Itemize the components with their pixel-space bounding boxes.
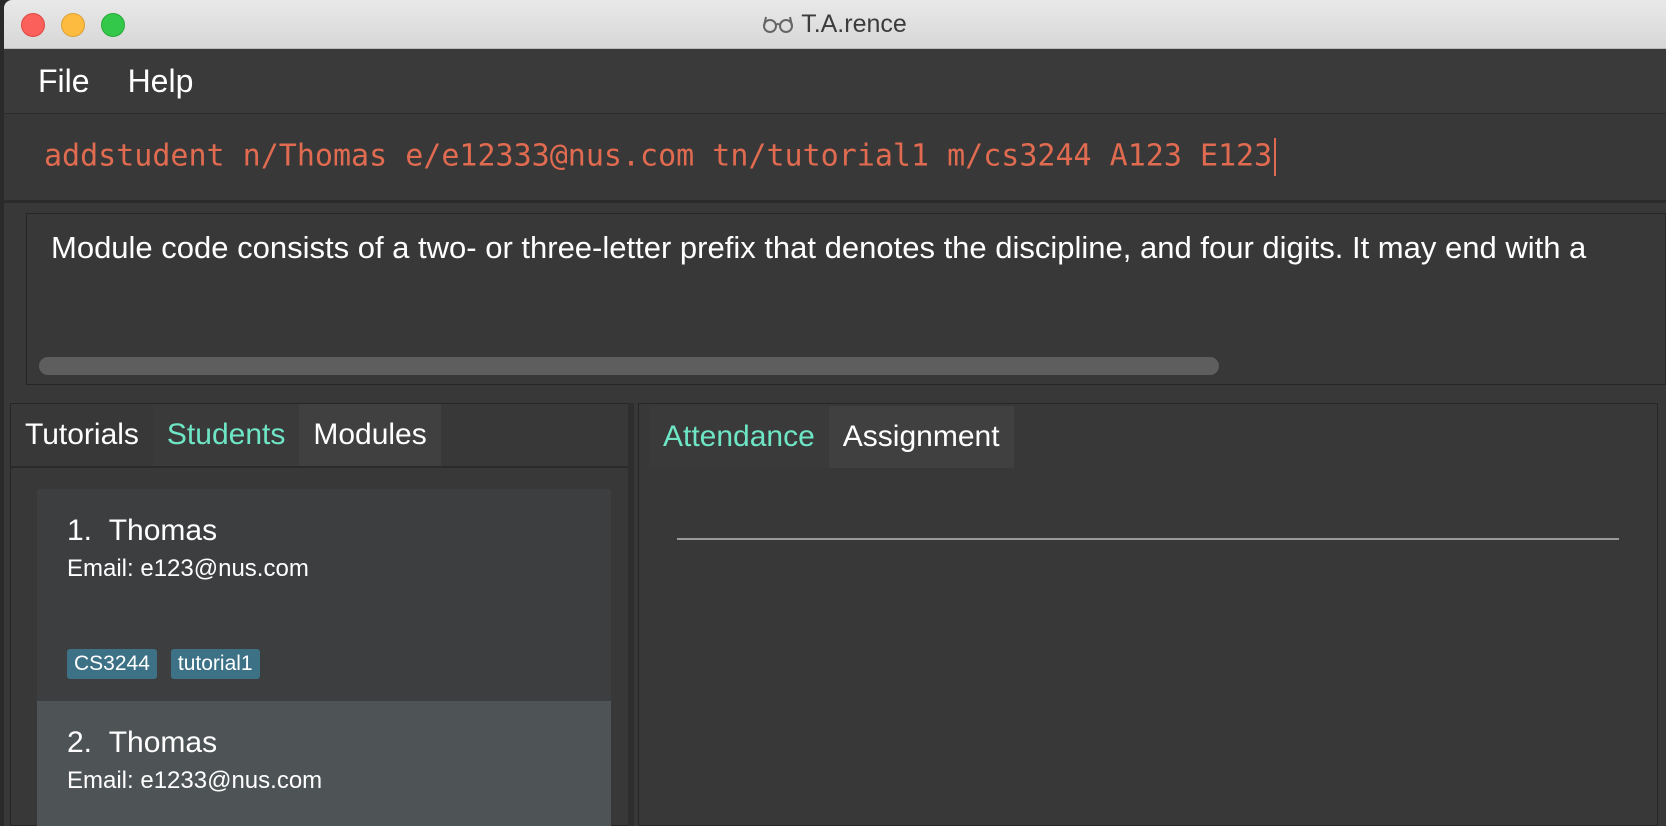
tab-attendance[interactable]: Attendance	[649, 406, 829, 468]
tab-modules[interactable]: Modules	[299, 404, 441, 466]
student-email: Email: e1233@nus.com	[67, 767, 323, 794]
detail-panel: Attendance Assignment	[638, 403, 1658, 826]
student-list: 1. Thomas Email: e123@nus.com CS3244 tut…	[37, 489, 611, 826]
tutorial-tag: tutorial1	[170, 649, 260, 679]
student-card[interactable]: 2. Thomas Email: e1233@nus.com	[37, 701, 611, 826]
menu-file[interactable]: File	[38, 63, 90, 100]
tab-assignment[interactable]: Assignment	[828, 406, 1014, 468]
student-index: 1.	[67, 514, 93, 547]
student-name: 1. Thomas	[67, 511, 581, 551]
panel-splitter[interactable]	[628, 403, 634, 826]
menu-bar: File Help	[4, 49, 1666, 114]
student-name-text: Thomas	[108, 514, 218, 547]
student-name: 2. Thomas	[67, 723, 581, 763]
student-name-text: Thomas	[108, 726, 218, 759]
student-email: Email: e123@nus.com	[67, 555, 309, 582]
title-bar: T.A.rence	[4, 0, 1666, 49]
window-title-text: T.A.rence	[801, 9, 907, 38]
menu-help[interactable]: Help	[128, 63, 194, 100]
result-display: Module code consists of a two- or three-…	[26, 213, 1666, 385]
window-title: T.A.rence	[4, 0, 1666, 48]
detail-separator	[677, 538, 1619, 540]
tab-tutorials[interactable]: Tutorials	[11, 404, 153, 466]
student-card[interactable]: 1. Thomas Email: e123@nus.com CS3244 tut…	[37, 489, 611, 701]
result-message: Module code consists of a two- or three-…	[51, 230, 1587, 265]
student-tags: CS3244 tutorial1	[67, 649, 260, 679]
command-input-value: addstudent n/Thomas e/e12333@nus.com tn/…	[44, 138, 1273, 174]
module-tag: CS3244	[67, 649, 157, 679]
tab-divider	[11, 466, 629, 468]
text-caret	[1274, 138, 1277, 176]
list-panel: Tutorials Students Modules 1. Thomas Ema…	[10, 403, 630, 826]
command-box[interactable]: addstudent n/Thomas e/e12333@nus.com tn/…	[4, 114, 1666, 203]
student-index: 2.	[67, 726, 93, 759]
tab-students[interactable]: Students	[152, 404, 300, 466]
glasses-icon	[763, 14, 794, 34]
command-input[interactable]: addstudent n/Thomas e/e12333@nus.com tn/…	[44, 138, 1277, 176]
list-tabs: Tutorials Students Modules	[11, 404, 441, 466]
detail-tabs: Attendance Assignment	[649, 406, 1014, 468]
horizontal-scrollbar[interactable]	[39, 357, 1219, 375]
